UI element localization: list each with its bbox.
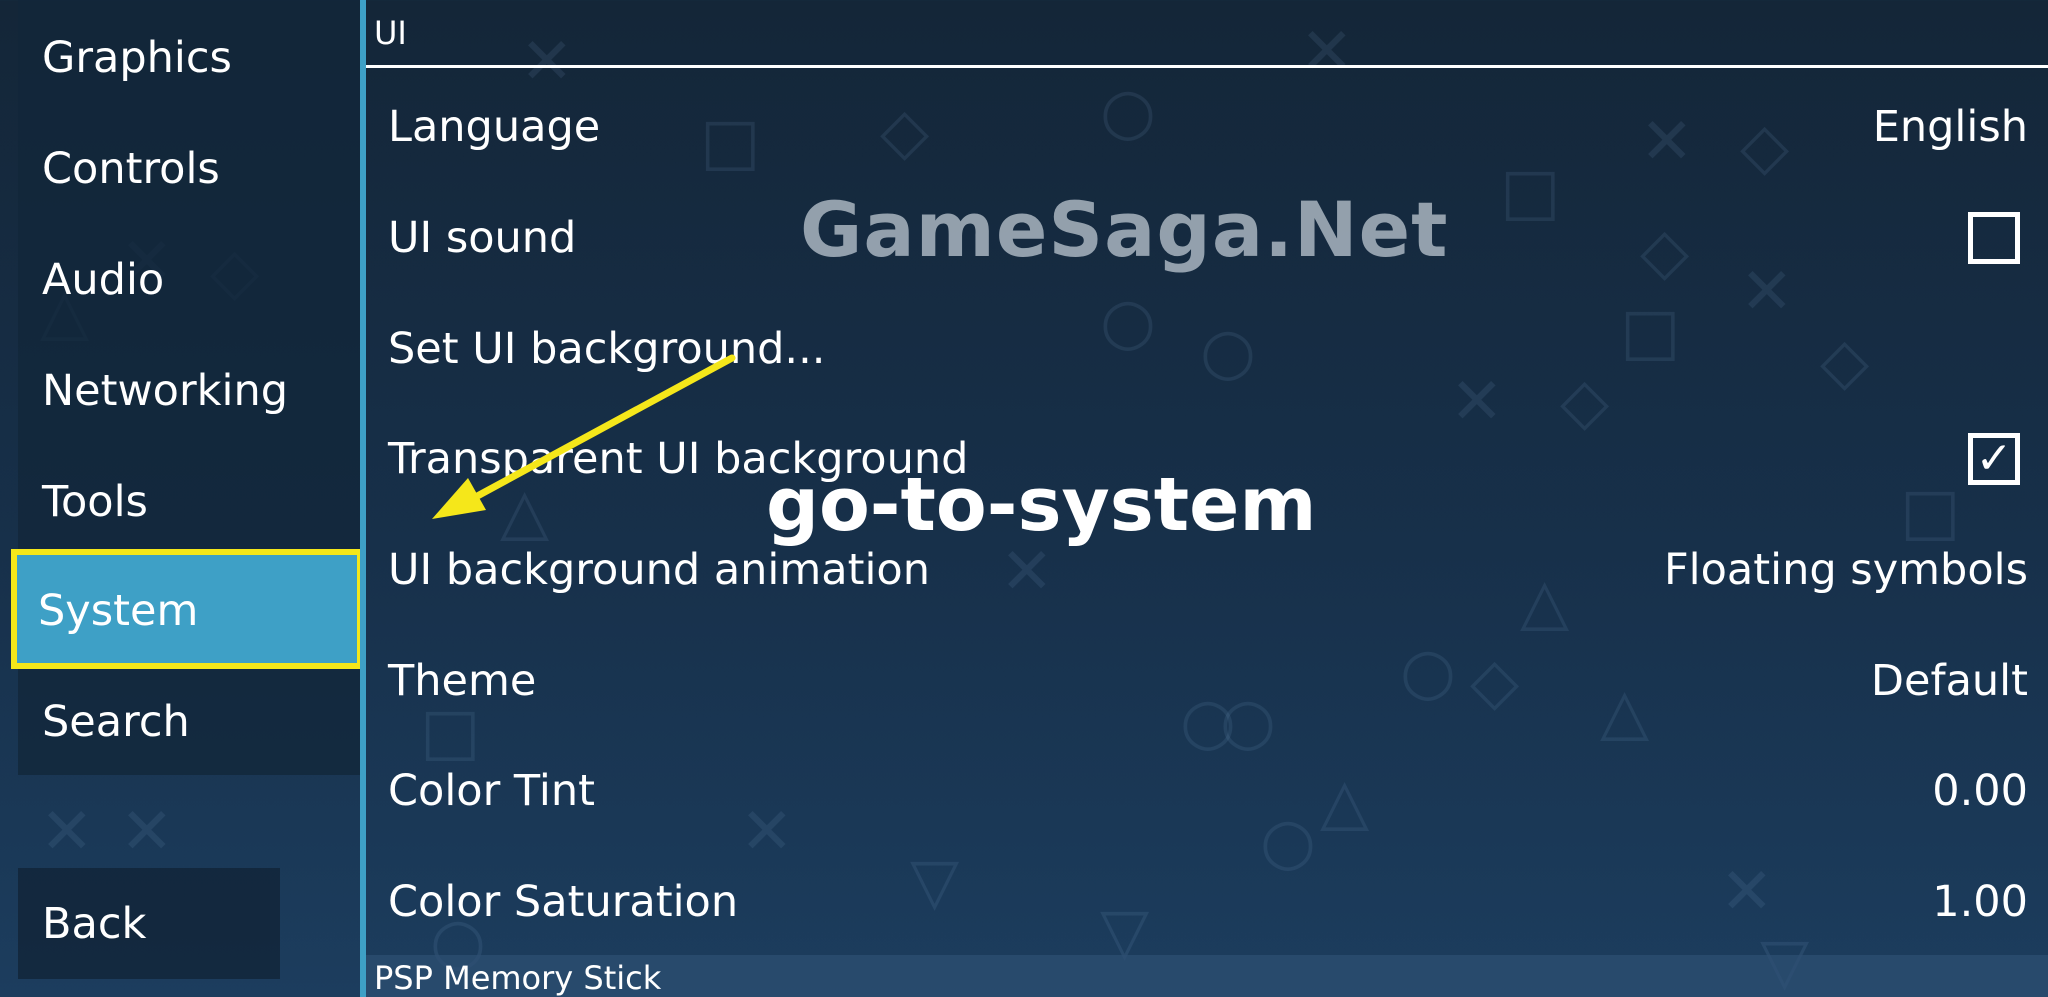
section-title: PSP Memory Stick (374, 959, 662, 997)
setting-value: English (1872, 101, 2028, 152)
setting-label: Color Saturation (388, 876, 739, 927)
sidebar-item-networking[interactable]: Networking (18, 335, 360, 446)
setting-label: Set UI background... (388, 323, 826, 374)
setting-value: 1.00 (1932, 876, 2028, 927)
sidebar-item-system[interactable]: System (14, 555, 362, 666)
sidebar-item-label: Controls (42, 143, 220, 194)
sidebar-item-tools[interactable]: Tools (18, 446, 360, 557)
sidebar-item-label: Graphics (42, 32, 232, 83)
sidebar-item-label: Audio (42, 254, 165, 305)
setting-row-theme[interactable]: Theme Default (366, 625, 2048, 736)
setting-row-set-ui-background[interactable]: Set UI background... (366, 293, 2048, 404)
setting-value: 0.00 (1932, 765, 2028, 816)
background-symbol-cross-icon: ✕ (120, 795, 174, 869)
setting-label: UI sound (388, 212, 577, 263)
checkmark-icon: ✓ (1975, 432, 2013, 484)
sidebar-item-audio[interactable]: Audio (18, 224, 360, 335)
watermark-text: GameSaga.Net (800, 185, 1449, 274)
back-button-label: Back (42, 898, 147, 949)
sidebar-item-label: Search (42, 696, 190, 747)
annotation-label: go-to-system (766, 462, 1317, 548)
settings-sidebar: Graphics Controls Audio Networking Tools… (14, 0, 362, 777)
sidebar-item-label: System (38, 585, 199, 636)
section-header-ui: UI (366, 0, 2048, 68)
setting-value: Floating symbols (1663, 544, 2028, 595)
setting-label: Color Tint (388, 765, 595, 816)
sidebar-item-graphics[interactable]: Graphics (18, 2, 360, 113)
section-header-psp-memory-stick: PSP Memory Stick (366, 955, 2048, 997)
setting-row-color-tint[interactable]: Color Tint 0.00 (366, 735, 2048, 846)
setting-label: Theme (388, 655, 537, 706)
setting-value: Default (1870, 655, 2028, 706)
sidebar-item-label: Networking (42, 365, 289, 416)
ui-sound-checkbox[interactable] (1968, 211, 2020, 264)
sidebar-item-search[interactable]: Search (18, 666, 360, 777)
setting-label: Language (388, 101, 601, 152)
background-symbol-cross-icon: ✕ (40, 795, 94, 869)
back-button[interactable]: Back (18, 868, 280, 979)
setting-row-color-saturation[interactable]: Color Saturation 1.00 (366, 846, 2048, 957)
sidebar-item-controls[interactable]: Controls (18, 113, 360, 224)
setting-row-language[interactable]: Language English (366, 71, 2048, 182)
transparent-ui-background-checkbox[interactable]: ✓ (1968, 432, 2020, 485)
setting-label: UI background animation (388, 544, 930, 595)
section-title: UI (374, 13, 407, 52)
sidebar-item-label: Tools (42, 476, 148, 527)
